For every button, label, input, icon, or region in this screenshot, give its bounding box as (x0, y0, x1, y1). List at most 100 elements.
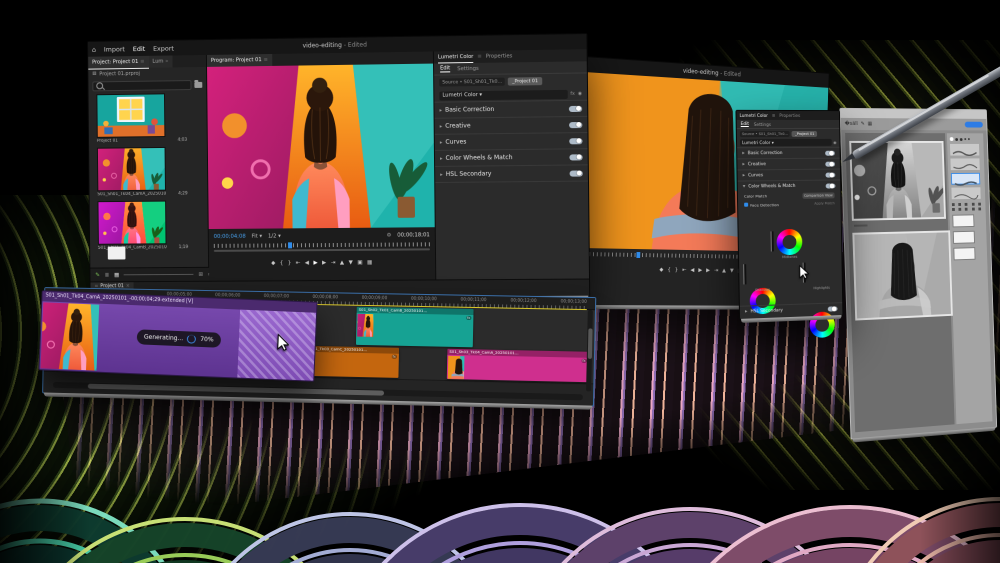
go-to-in-button[interactable]: ⇤ (296, 260, 301, 266)
shadows-slider[interactable] (743, 264, 746, 284)
step-forward-button[interactable]: ▶ (322, 260, 326, 266)
settings-wrench-icon[interactable]: ⚙ (387, 232, 392, 238)
step-forward-button[interactable]: ▶ (706, 268, 710, 274)
target-project-chip[interactable]: _Project 01 (508, 77, 542, 86)
section-toggle[interactable] (825, 150, 835, 155)
go-to-out-button[interactable]: ⇥ (331, 260, 336, 266)
source-clip-chip[interactable]: Source • S01_Sh01_Tk0… (439, 78, 505, 87)
brush-dot-icon[interactable] (968, 138, 970, 140)
section-toggle[interactable] (569, 121, 582, 127)
generative-extend-clip[interactable]: S01_Sh01_Tk04_CamA_20250101_-00;00;04;29… (38, 290, 317, 381)
fx-icon[interactable]: fx (570, 91, 574, 96)
tab-lumetri-color[interactable]: Lumetri Color (438, 51, 474, 64)
eye-icon[interactable]: ◉ (578, 91, 582, 96)
panel-menu-icon[interactable]: ≡ (264, 57, 268, 63)
step-back-button[interactable]: ◀ (690, 268, 694, 274)
brush-dot-icon[interactable] (960, 138, 963, 141)
section-toggle[interactable] (826, 183, 836, 188)
section-creative[interactable]: Creative (748, 162, 766, 167)
source-clip-chip[interactable]: Source • S01_Sh01_Tk0… (740, 130, 790, 136)
home-icon[interactable]: ⌂ (92, 45, 96, 53)
brush-stroke-sample[interactable] (950, 158, 979, 170)
panel-icon[interactable] (965, 203, 968, 206)
panel-icon[interactable] (952, 208, 955, 211)
add-marker-button[interactable]: ◆ (659, 267, 663, 273)
new-bin-folder-icon[interactable] (194, 81, 202, 87)
search-input[interactable] (92, 80, 191, 91)
midtones-wheel[interactable] (776, 229, 802, 256)
shape-tool-icon[interactable]: ▦ (868, 121, 873, 127)
play-button[interactable]: ▶ (698, 268, 702, 274)
brush-dot-icon[interactable] (955, 138, 958, 141)
panel-icon[interactable] (958, 203, 961, 206)
pencil-icon[interactable]: ✎ (95, 272, 100, 278)
tab-properties[interactable]: Properties (486, 53, 513, 59)
menu-edit[interactable]: Edit (133, 44, 145, 52)
tab-properties[interactable]: Properties (779, 113, 800, 118)
monitor-scrubber[interactable] (214, 242, 430, 248)
bin-item[interactable]: Project 01 4;03 (96, 93, 199, 144)
target-project-chip[interactable]: _Project 01 (792, 130, 817, 136)
zoom-slider[interactable] (124, 274, 194, 275)
bin-item[interactable]: S01_Sh01_Tk04_CamA_20250101… 4;29 (97, 147, 200, 198)
lift-button[interactable]: ▲ (722, 268, 726, 274)
fit-dropdown[interactable]: Fit ▾ (252, 233, 263, 239)
swatch[interactable] (953, 231, 975, 244)
subtab-edit[interactable]: Edit (440, 65, 450, 72)
comparison-view-button[interactable]: ▦ (367, 260, 372, 266)
scrollbar-horizontal[interactable] (214, 248, 430, 252)
swatch[interactable] (953, 247, 975, 260)
timeline-clip-magenta[interactable]: S01_Sh03_Tk04_CamA_20250101… fx (447, 349, 589, 382)
section-creative[interactable]: Creative (445, 122, 470, 129)
scrollbar-thumb[interactable] (88, 383, 384, 395)
lift-button[interactable]: ▲ (340, 260, 344, 266)
brush-dot-icon[interactable] (950, 137, 954, 141)
section-toggle[interactable] (825, 161, 835, 166)
playback-resolution-dropdown[interactable]: 1/2 ▾ (268, 233, 281, 239)
section-basic-correction[interactable]: Basic Correction (445, 106, 494, 114)
program-monitor-video[interactable] (207, 64, 435, 229)
bin-item[interactable]: S01_Sh01_Tk04_CamB_20250101… 1;19 (97, 200, 200, 250)
playhead[interactable] (288, 242, 292, 248)
section-toggle[interactable] (569, 154, 582, 160)
mark-in-button[interactable]: { (667, 267, 670, 273)
subtab-settings[interactable]: Settings (457, 65, 479, 71)
play-button[interactable]: ▶ (313, 260, 317, 266)
tab-overflow[interactable]: Lum» (148, 55, 172, 67)
select-tool-icon[interactable]: �säll (845, 121, 858, 127)
go-to-out-button[interactable]: ⇥ (714, 268, 718, 274)
brush-tool-icon[interactable]: ✎ (861, 121, 865, 127)
panel-icon[interactable] (965, 208, 968, 211)
section-color-wheels[interactable]: Color Wheels & Match (748, 183, 795, 189)
apply-match-button[interactable]: Apply Match (814, 201, 834, 205)
section-curves[interactable]: Curves (748, 173, 763, 178)
section-toggle[interactable] (825, 172, 835, 177)
extract-button[interactable]: ▼ (730, 268, 734, 274)
eye-icon[interactable]: ◉ (833, 140, 836, 145)
subtab-edit[interactable]: Edit (741, 121, 749, 127)
playhead[interactable] (636, 252, 640, 258)
scrollbar-horizontal[interactable] (53, 382, 583, 400)
mark-out-button[interactable]: } (288, 260, 292, 266)
section-curves[interactable]: Curves (445, 138, 466, 145)
mark-out-button[interactable]: } (675, 267, 678, 273)
brush-stroke-sample-selected[interactable] (951, 173, 980, 185)
midtones-slider[interactable] (771, 231, 774, 251)
brush-stroke-sample[interactable] (951, 187, 980, 199)
swatch[interactable] (952, 214, 974, 227)
timeline-clip-teal[interactable]: S01_Sh02_Tk01_CamB_20250101… fx (356, 307, 474, 348)
list-view-icon[interactable]: ≣ (105, 272, 110, 278)
panel-icon[interactable] (978, 207, 981, 210)
subtab-settings[interactable]: Settings (754, 121, 771, 126)
mark-in-button[interactable]: { (280, 260, 284, 266)
automate-icon[interactable]: ⊞ (198, 271, 203, 277)
tab-project[interactable]: Project: Project 01≡ (88, 55, 148, 69)
panel-icon[interactable] (972, 208, 975, 211)
panel-icon[interactable] (959, 208, 962, 211)
section-toggle[interactable] (570, 170, 583, 176)
panel-menu-icon[interactable]: ≡ (477, 54, 481, 60)
grid-view-icon[interactable]: ▦ (114, 272, 119, 278)
preset-dropdown[interactable]: Lumetri Color ▾ (740, 139, 831, 146)
export-frame-button[interactable]: ▣ (357, 260, 362, 266)
panel-icon[interactable] (971, 203, 974, 206)
